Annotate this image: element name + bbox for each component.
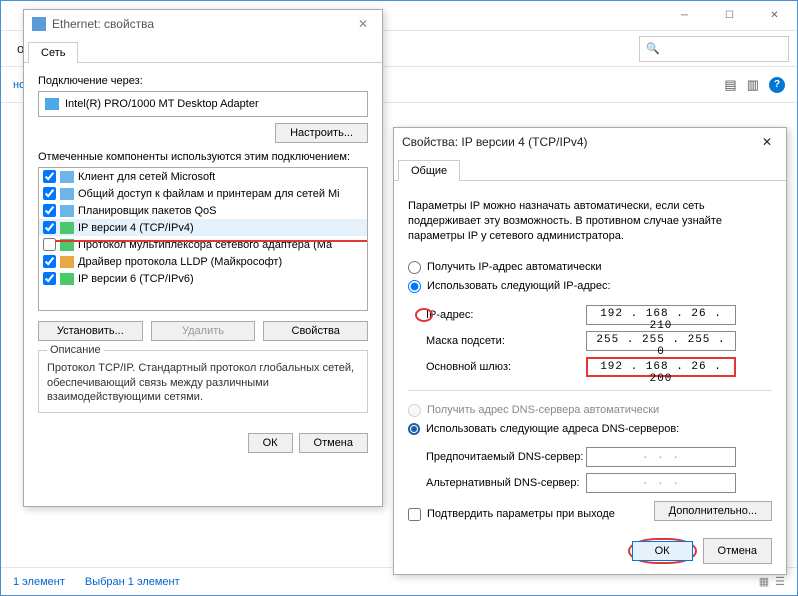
list-item[interactable]: Планировщик пакетов QoS bbox=[39, 202, 367, 219]
ip-address-field[interactable]: 192 . 168 . 26 . 210 bbox=[586, 305, 736, 325]
help-icon[interactable]: ? bbox=[769, 77, 785, 93]
adapter-field: Intel(R) PRO/1000 MT Desktop Adapter bbox=[38, 91, 368, 117]
validate-checkbox[interactable] bbox=[408, 508, 421, 521]
gateway-field[interactable]: 192 . 168 . 26 . 200 bbox=[586, 357, 736, 377]
ok-button[interactable]: ОК bbox=[248, 433, 293, 453]
radio-input[interactable] bbox=[408, 280, 421, 293]
annotation-underline bbox=[55, 240, 368, 242]
adapter-icon bbox=[32, 17, 46, 31]
uninstall-button: Удалить bbox=[151, 321, 256, 341]
protocol-icon bbox=[60, 273, 74, 285]
ethernet-properties-dialog: Ethernet: свойства ✕ Сеть Подключение че… bbox=[23, 9, 383, 507]
view-mode-icon-2[interactable]: ☰ bbox=[775, 575, 785, 588]
radio-auto-ip[interactable]: Получить IP-адрес автоматически bbox=[408, 258, 772, 277]
radio-label: Использовать следующий IP-адрес: bbox=[427, 280, 611, 292]
selection-count: Выбран 1 элемент bbox=[85, 576, 180, 588]
gateway-label: Основной шлюз: bbox=[426, 361, 586, 373]
radio-label: Использовать следующие адреса DNS-сервер… bbox=[426, 423, 679, 435]
dialog-titlebar[interactable]: Свойства: IP версии 4 (TCP/IPv4) ✕ bbox=[394, 128, 786, 156]
item-label: Драйвер протокола LLDP (Майкрософт) bbox=[78, 256, 282, 268]
info-text: Параметры IP можно назначать автоматичес… bbox=[408, 199, 772, 244]
item-label: Клиент для сетей Microsoft bbox=[78, 171, 215, 183]
description-text: Протокол TCP/IP. Стандартный протокол гл… bbox=[47, 362, 354, 403]
maximize-button[interactable]: ☐ bbox=[707, 1, 752, 31]
protocol-icon bbox=[60, 222, 74, 234]
install-button[interactable]: Установить... bbox=[38, 321, 143, 341]
driver-icon bbox=[60, 256, 74, 268]
view-tiles-icon[interactable]: ▤ bbox=[724, 77, 736, 93]
radio-label: Получить адрес DNS-сервера автоматически bbox=[427, 404, 659, 416]
close-icon[interactable]: ✕ bbox=[756, 133, 778, 151]
radio-input[interactable] bbox=[408, 261, 421, 274]
close-button[interactable]: ✕ bbox=[752, 1, 797, 31]
components-label: Отмеченные компоненты используются этим … bbox=[38, 151, 368, 163]
dialog-title: Свойства: IP версии 4 (TCP/IPv4) bbox=[402, 135, 756, 149]
radio-input[interactable] bbox=[408, 423, 420, 435]
ok-button[interactable]: ОК bbox=[632, 541, 693, 561]
connect-via-label: Подключение через: bbox=[38, 75, 368, 87]
description-box: Описание Протокол TCP/IP. Стандартный пр… bbox=[38, 343, 368, 413]
list-item-ipv4[interactable]: IP версии 4 (TCP/IPv4) bbox=[39, 219, 367, 236]
item-label: Общий доступ к файлам и принтерам для се… bbox=[78, 188, 340, 200]
service-icon bbox=[60, 205, 74, 217]
ip-address-label: IP-адрес: bbox=[426, 309, 586, 321]
tabstrip: Общие bbox=[394, 160, 786, 181]
component-list[interactable]: Клиент для сетей Microsoft Общий доступ … bbox=[38, 167, 368, 311]
checkbox[interactable] bbox=[43, 255, 56, 268]
preferred-dns-field[interactable]: . . . bbox=[586, 447, 736, 467]
subnet-mask-field[interactable]: 255 . 255 . 255 . 0 bbox=[586, 331, 736, 351]
checkbox[interactable] bbox=[43, 204, 56, 217]
close-icon[interactable]: ✕ bbox=[352, 15, 374, 33]
view-mode-icon-1[interactable]: ▦ bbox=[759, 575, 769, 588]
view-details-icon[interactable]: ▥ bbox=[747, 77, 759, 93]
annotation-circle: ОК bbox=[628, 538, 697, 564]
radio-label: Получить IP-адрес автоматически bbox=[427, 261, 601, 273]
dialog-titlebar[interactable]: Ethernet: свойства ✕ bbox=[24, 10, 382, 38]
service-icon bbox=[60, 171, 74, 183]
list-item[interactable]: Клиент для сетей Microsoft bbox=[39, 168, 367, 185]
checkbox[interactable] bbox=[43, 221, 56, 234]
radio-auto-dns: Получить адрес DNS-сервера автоматически bbox=[408, 401, 772, 420]
preferred-dns-label: Предпочитаемый DNS-сервер: bbox=[426, 451, 586, 463]
search-input[interactable]: 🔍 bbox=[639, 36, 789, 62]
radio-input bbox=[408, 404, 421, 417]
network-adapter-icon bbox=[45, 98, 59, 110]
item-label: IP версии 4 (TCP/IPv4) bbox=[78, 222, 194, 234]
list-item[interactable]: Протокол мультиплексора сетевого адаптер… bbox=[39, 236, 367, 253]
separator bbox=[408, 390, 772, 391]
checkbox[interactable] bbox=[43, 187, 56, 200]
minimize-button[interactable]: ─ bbox=[662, 1, 707, 31]
item-label: Планировщик пакетов QoS bbox=[78, 205, 217, 217]
radio-manual-ip[interactable]: Использовать следующий IP-адрес: bbox=[408, 277, 772, 296]
cancel-button[interactable]: Отмена bbox=[299, 433, 368, 453]
alternate-dns-label: Альтернативный DNS-сервер: bbox=[426, 477, 586, 489]
alternate-dns-field[interactable]: . . . bbox=[586, 473, 736, 493]
adapter-name: Intel(R) PRO/1000 MT Desktop Adapter bbox=[65, 98, 259, 110]
list-item[interactable]: Драйвер протокола LLDP (Майкрософт) bbox=[39, 253, 367, 270]
configure-button[interactable]: Настроить... bbox=[275, 123, 368, 143]
checkbox[interactable] bbox=[43, 272, 56, 285]
cancel-button[interactable]: Отмена bbox=[703, 538, 772, 564]
dialog-title: Ethernet: свойства bbox=[52, 17, 352, 31]
list-item[interactable]: Общий доступ к файлам и принтерам для се… bbox=[39, 185, 367, 202]
subnet-mask-label: Маска подсети: bbox=[426, 335, 586, 347]
properties-button[interactable]: Свойства bbox=[263, 321, 368, 341]
item-count: 1 элемент bbox=[13, 576, 65, 588]
tab-general[interactable]: Общие bbox=[398, 160, 460, 181]
item-label: IP версии 6 (TCP/IPv6) bbox=[78, 273, 194, 285]
tabstrip: Сеть bbox=[24, 42, 382, 63]
checkbox[interactable] bbox=[43, 170, 56, 183]
tab-network[interactable]: Сеть bbox=[28, 42, 78, 63]
radio-manual-dns[interactable]: Использовать следующие адреса DNS-сервер… bbox=[408, 420, 772, 438]
service-icon bbox=[60, 188, 74, 200]
ipv4-properties-dialog: Свойства: IP версии 4 (TCP/IPv4) ✕ Общие… bbox=[393, 127, 787, 575]
advanced-button[interactable]: Дополнительно... bbox=[654, 501, 772, 521]
description-title: Описание bbox=[47, 343, 104, 357]
validate-label: Подтвердить параметры при выходе bbox=[427, 508, 615, 520]
search-icon: 🔍 bbox=[646, 42, 660, 55]
list-item[interactable]: IP версии 6 (TCP/IPv6) bbox=[39, 270, 367, 287]
